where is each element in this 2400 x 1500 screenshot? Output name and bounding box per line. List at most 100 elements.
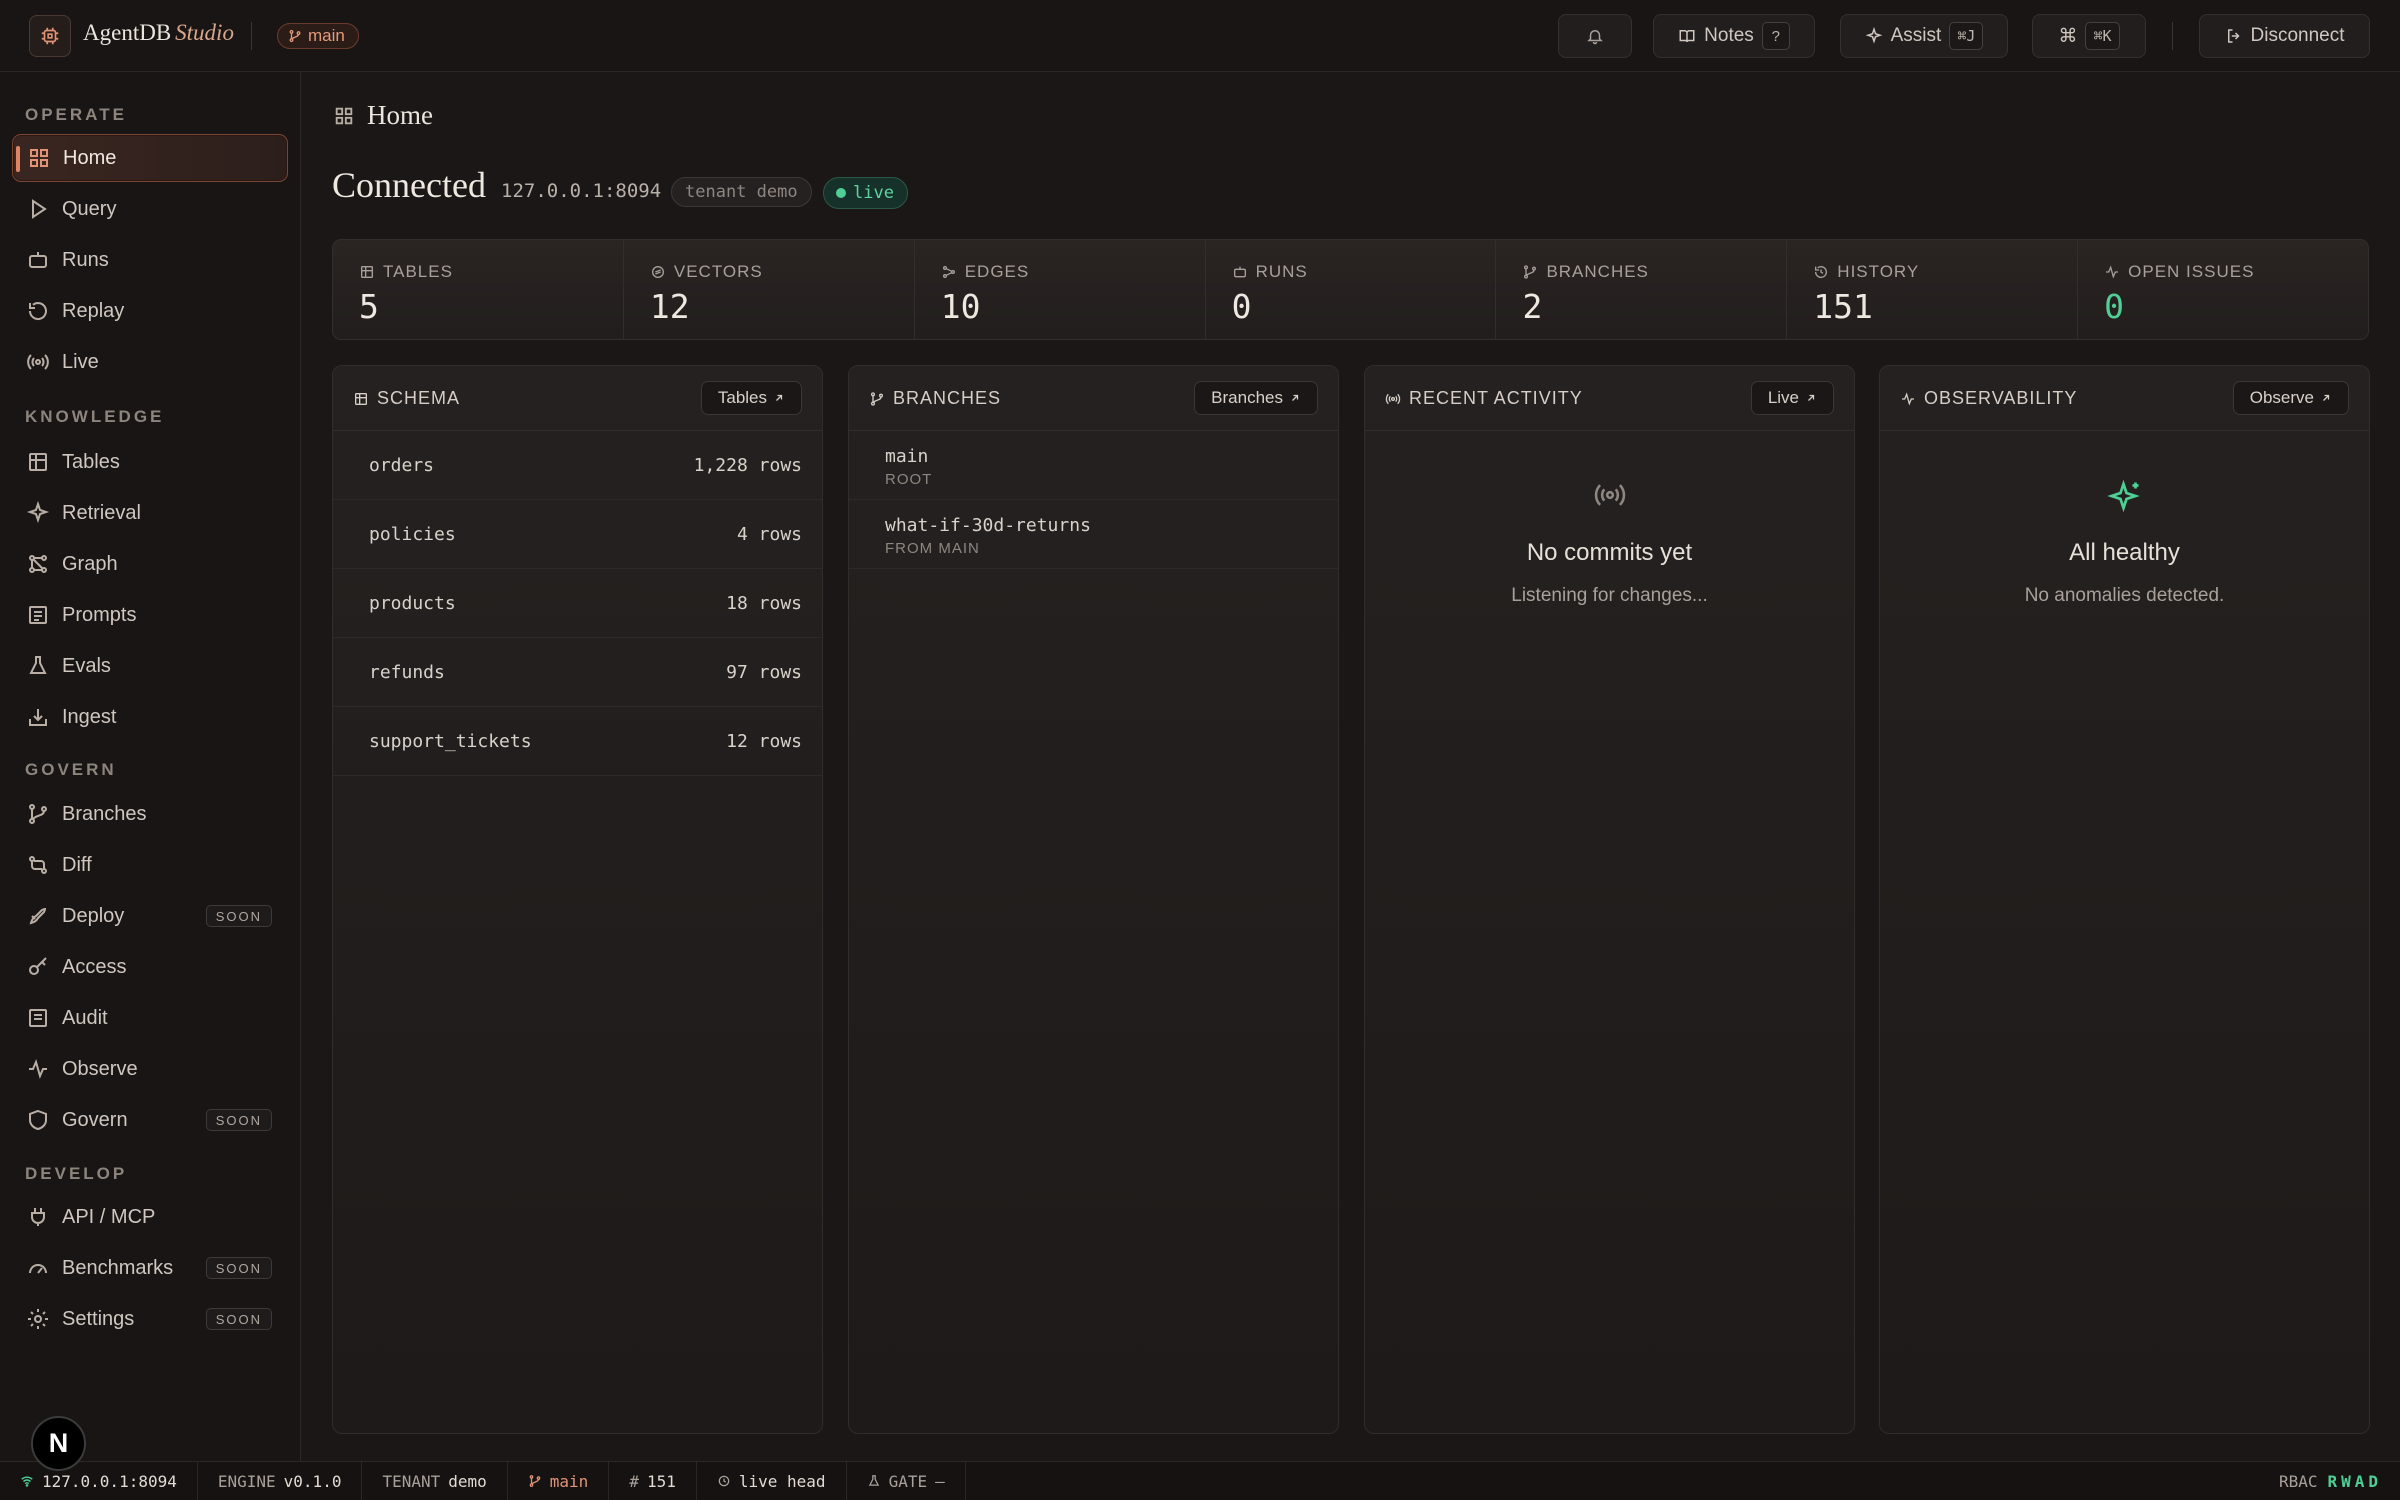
section-title-govern: GOVERN bbox=[25, 760, 117, 779]
sidebar-item-query[interactable]: Query bbox=[12, 185, 288, 233]
grid-icon bbox=[335, 107, 353, 124]
sidebar-item-label: Prompts bbox=[62, 603, 137, 626]
live-status-label: live bbox=[853, 183, 894, 203]
sidebar-item-deploy[interactable]: Deploy SOON bbox=[12, 892, 288, 940]
row-count: 97 rows bbox=[726, 662, 802, 683]
branch-name: main bbox=[885, 446, 929, 467]
branches-link-button[interactable]: Branches bbox=[1194, 381, 1318, 415]
soon-badge: SOON bbox=[205, 1109, 272, 1131]
sidebar-item-branches[interactable]: Branches bbox=[12, 790, 288, 838]
branch-row[interactable]: what-if-30d-returns FROM MAIN bbox=[849, 500, 1338, 569]
current-branch-pill[interactable]: main bbox=[277, 23, 359, 49]
sidebar-item-diff[interactable]: Diff bbox=[12, 841, 288, 889]
stat-label: TABLES bbox=[383, 262, 453, 281]
sidebar-item-govern[interactable]: Govern SOON bbox=[12, 1096, 288, 1144]
table-row[interactable]: refunds 97 rows bbox=[333, 638, 822, 707]
sidebar-item-replay[interactable]: Replay bbox=[12, 287, 288, 335]
sidebar-item-label: Settings bbox=[62, 1307, 135, 1330]
row-count: 12 rows bbox=[726, 731, 802, 752]
assist-button[interactable]: Assist ⌘J bbox=[1840, 14, 2008, 58]
pulse-icon bbox=[1902, 391, 1914, 406]
sidebar-item-api-mcp[interactable]: API / MCP bbox=[12, 1193, 288, 1241]
status-branch[interactable]: main bbox=[508, 1462, 610, 1500]
divider bbox=[251, 22, 252, 50]
status-rbac: RBAC RWAD bbox=[2279, 1472, 2382, 1491]
sidebar-item-runs[interactable]: Runs bbox=[12, 236, 288, 284]
table-row[interactable]: support_tickets 12 rows bbox=[333, 707, 822, 776]
stat-runs: RUNS 0 bbox=[1206, 240, 1497, 339]
sidebar: OPERATE KNOWLEDGE GOVERN DEVELOP Home Qu… bbox=[0, 72, 301, 1461]
live-link-button[interactable]: Live bbox=[1750, 381, 1834, 415]
branches-panel: BRANCHES Branches main ROOT what-if-30d-r… bbox=[848, 365, 1339, 1434]
table-row[interactable]: orders 1,228 rows bbox=[333, 431, 822, 500]
chip-icon bbox=[41, 27, 59, 45]
bell-icon bbox=[1587, 30, 1603, 45]
arrow-up-right-icon bbox=[2323, 394, 2330, 401]
arrow-up-right-icon bbox=[776, 394, 783, 401]
sidebar-item-benchmarks[interactable]: Benchmarks SOON bbox=[12, 1244, 288, 1292]
sidebar-item-live[interactable]: Live bbox=[12, 338, 288, 386]
sidebar-item-ingest[interactable]: Ingest bbox=[12, 693, 288, 741]
stat-label: EDGES bbox=[964, 262, 1030, 281]
app-logo[interactable] bbox=[29, 15, 71, 57]
disconnect-button[interactable]: Disconnect bbox=[2199, 14, 2370, 58]
branch-icon bbox=[29, 804, 47, 824]
sidebar-item-prompts[interactable]: Prompts bbox=[12, 591, 288, 639]
notes-button[interactable]: Notes ? bbox=[1653, 14, 1815, 58]
panel-header: RECENT ACTIVITY Live bbox=[1365, 366, 1854, 431]
robot-icon bbox=[1233, 266, 1246, 278]
table-row[interactable]: products 18 rows bbox=[333, 569, 822, 638]
table-name: orders bbox=[369, 455, 435, 476]
table-icon bbox=[361, 266, 373, 278]
sparkle-icon bbox=[1865, 27, 1882, 44]
panel-title: BRANCHES bbox=[893, 388, 1002, 408]
disconnect-label: Disconnect bbox=[2250, 25, 2345, 46]
sidebar-item-audit[interactable]: Audit bbox=[12, 994, 288, 1042]
stat-history: HISTORY 151 bbox=[1787, 240, 2079, 339]
status-host[interactable]: 127.0.0.1:8094 bbox=[0, 1462, 198, 1500]
broadcast-icon bbox=[27, 354, 49, 370]
current-branch-label: main bbox=[308, 26, 345, 45]
notes-label: Notes bbox=[1704, 25, 1754, 46]
status-engine: ENGINE v0.1.0 bbox=[198, 1462, 363, 1500]
flask-icon bbox=[29, 656, 47, 674]
sparkle-icon bbox=[2106, 479, 2140, 513]
play-icon bbox=[32, 199, 47, 219]
sidebar-item-tables[interactable]: Tables bbox=[12, 438, 288, 486]
table-icon bbox=[355, 392, 367, 405]
panel-header: BRANCHES Branches bbox=[849, 366, 1338, 431]
app-name: AgentDB bbox=[83, 20, 172, 45]
branch-row[interactable]: main ROOT bbox=[849, 431, 1338, 500]
notifications-button[interactable] bbox=[1558, 14, 1632, 58]
sidebar-item-evals[interactable]: Evals bbox=[12, 642, 288, 690]
stat-value: 10 bbox=[940, 287, 981, 326]
flask-icon bbox=[868, 1475, 879, 1486]
branch-origin: FROM MAIN bbox=[885, 540, 980, 557]
observe-link-button[interactable]: Observe bbox=[2232, 381, 2349, 415]
n-badge-button[interactable]: N bbox=[31, 1416, 86, 1471]
sidebar-item-label: Ingest bbox=[62, 705, 117, 728]
stat-edges: EDGES 10 bbox=[915, 240, 1206, 339]
sidebar-item-access[interactable]: Access bbox=[12, 943, 288, 991]
rocket-icon bbox=[29, 907, 47, 925]
stat-label: VECTORS bbox=[673, 262, 763, 281]
app-brand: AgentDB Studio bbox=[83, 20, 234, 46]
robot-icon bbox=[29, 252, 47, 268]
sidebar-item-observe[interactable]: Observe bbox=[12, 1045, 288, 1093]
sidebar-item-settings[interactable]: Settings SOON bbox=[12, 1295, 288, 1343]
sidebar-item-graph[interactable]: Graph bbox=[12, 540, 288, 588]
empty-state-title: No commits yet bbox=[1526, 539, 1693, 566]
panel-title: OBSERVABILITY bbox=[1924, 388, 2078, 408]
command-palette-button[interactable]: ⌘ ⌘K bbox=[2032, 14, 2146, 58]
sidebar-item-home[interactable]: Home bbox=[12, 134, 288, 182]
stat-value: 5 bbox=[359, 287, 379, 326]
table-row[interactable]: policies 4 rows bbox=[333, 500, 822, 569]
branch-icon bbox=[1524, 265, 1537, 279]
tables-link-button[interactable]: Tables bbox=[700, 381, 802, 415]
key-icon bbox=[29, 957, 47, 975]
pulse-icon bbox=[29, 1059, 47, 1079]
sidebar-item-retrieval[interactable]: Retrieval bbox=[12, 489, 288, 537]
gauge-icon bbox=[29, 1264, 47, 1274]
command-icon: ⌘ bbox=[2058, 25, 2078, 47]
wifi-icon bbox=[21, 1476, 33, 1487]
